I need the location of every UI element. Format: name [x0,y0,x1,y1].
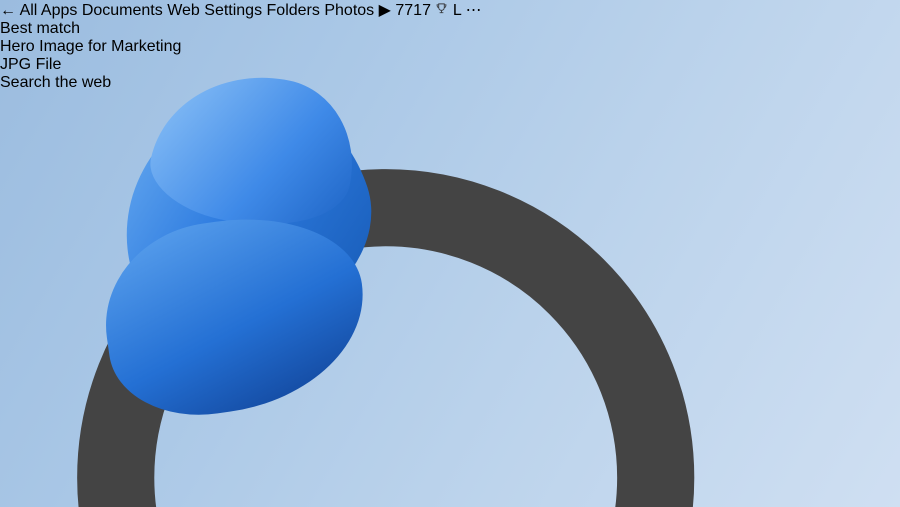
tab-photos[interactable]: Photos [324,2,374,19]
back-icon[interactable]: ← [0,2,16,19]
section-header-best-match: Best match [0,20,900,38]
tab-documents[interactable]: Documents [82,2,163,19]
tab-all[interactable]: All [20,2,38,19]
rewards-trophy-icon [435,2,448,15]
more-options-icon[interactable]: ⋯ [466,2,482,19]
tab-settings[interactable]: Settings [204,2,262,19]
tabs-scroll-right-icon[interactable]: ▶ [379,2,391,19]
search-tabs-bar: ← All Apps Documents Web Settings Folder… [0,0,900,20]
best-match-subtitle: JPG File [0,56,900,74]
tab-apps[interactable]: Apps [41,2,77,19]
search-icon [0,92,900,507]
search-flyout: ← All Apps Documents Web Settings Folder… [0,0,900,507]
rewards-badge[interactable]: 7717 [395,2,453,19]
tab-web[interactable]: Web [167,2,200,19]
rewards-count: 7717 [395,2,431,19]
best-match-item[interactable]: Hero Image for Marketing JPG File [0,38,900,74]
section-header-web: Search the web [0,74,900,92]
best-match-title: Hero Image for Marketing [0,38,900,56]
results-list: Best match Hero Image for Marketing JPG … [0,20,900,507]
tab-folders[interactable]: Folders [267,2,320,19]
avatar[interactable]: L [453,2,461,19]
web-search-item[interactable]: eco friendly clothing - See more search … [0,92,900,507]
